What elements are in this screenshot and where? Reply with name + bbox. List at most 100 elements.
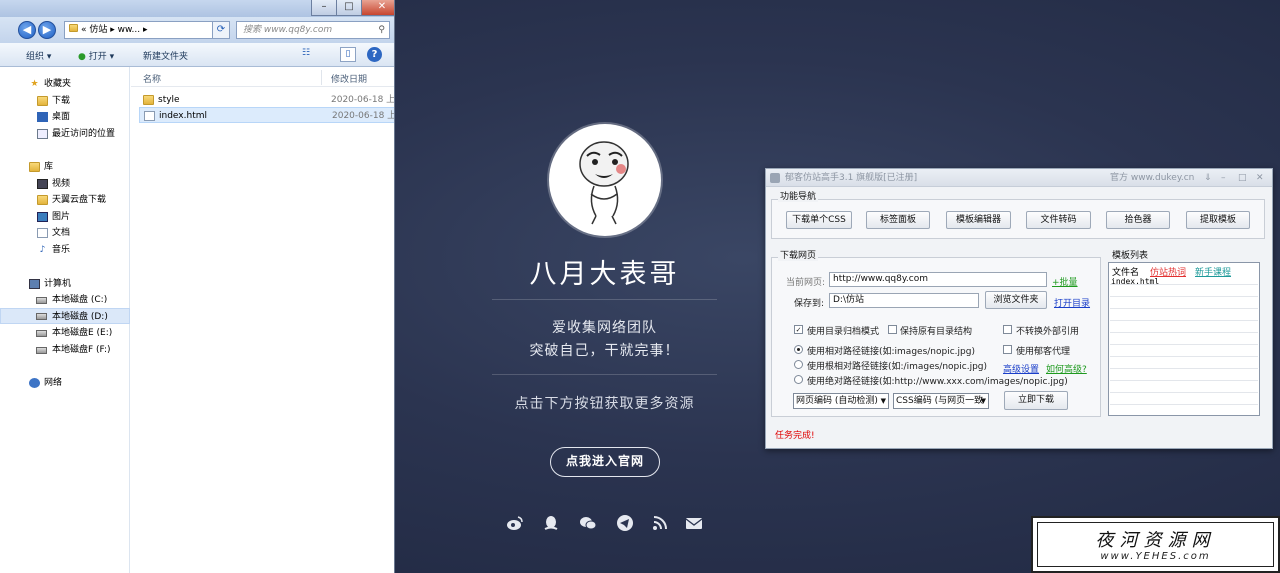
weibo-icon[interactable] — [506, 514, 524, 532]
keep-structure-label: 保持原有目录结构 — [900, 327, 973, 337]
nav-recent[interactable]: 最近访问的位置 — [0, 126, 130, 142]
root-path-radio[interactable] — [794, 360, 803, 369]
wechat-icon[interactable] — [579, 514, 597, 532]
nav-disk-e[interactable]: 本地磁盘E (E:) — [0, 325, 130, 341]
column-name[interactable]: 名称 — [143, 72, 161, 85]
maximize-button[interactable]: □ — [336, 0, 362, 16]
nav-tianyi[interactable]: 天翼云盘下载 — [0, 192, 130, 208]
column-separator[interactable] — [321, 70, 322, 85]
list-row-line — [1110, 335, 1258, 345]
new-folder-button[interactable]: 新建文件夹 — [143, 49, 188, 62]
column-modified[interactable]: 修改日期 — [331, 72, 367, 85]
extract-template-button[interactable]: 提取模板 — [1186, 211, 1250, 229]
navigation-pane: ★ 收藏夹 下载 桌面 最近访问的位置 库 视频 天翼云盘下载 图片 文档 ♪ … — [0, 67, 130, 573]
rss-icon[interactable] — [651, 514, 669, 532]
nav-disk-e-label: 本地磁盘E (E:) — [52, 328, 113, 338]
organize-menu[interactable]: 组织 ▾ — [26, 49, 51, 62]
explorer-toolbar: 组织 ▾ ● 打开 ▾ 新建文件夹 ☷ ▯ ? — [0, 43, 394, 67]
open-menu[interactable]: ● 打开 ▾ — [78, 49, 114, 62]
tag-panel-button[interactable]: 标签面板 — [866, 211, 930, 229]
disk-icon — [36, 347, 47, 354]
css-encoding-select[interactable]: CSS编码 (与网页一致 ▼ — [893, 393, 989, 409]
file-date: 2020-06-18 上 — [332, 111, 395, 121]
relative-path-radio[interactable] — [794, 345, 803, 354]
relative-path-label: 使用相对路径链接(如:images/nopic.jpg) — [807, 347, 975, 357]
open-icon: ● — [78, 52, 86, 62]
file-name: index.html — [159, 111, 207, 121]
back-button[interactable]: ◀ — [18, 21, 36, 39]
nav-disk-d[interactable]: 本地磁盘 (D:) — [0, 308, 130, 324]
file-transcode-button[interactable]: 文件转码 — [1026, 211, 1091, 229]
app-icon — [770, 173, 780, 183]
nav-pictures[interactable]: 图片 — [0, 209, 130, 225]
disk-icon — [36, 313, 47, 320]
file-row-style[interactable]: style 2020-06-18 上 — [139, 92, 395, 108]
nav-libraries[interactable]: 库 — [0, 159, 130, 175]
absolute-path-radio[interactable] — [794, 375, 803, 384]
maximize-icon[interactable]: □ — [1238, 169, 1247, 187]
list-row-line — [1110, 347, 1258, 357]
forward-button[interactable]: ▶ — [38, 21, 56, 39]
nav-pictures-label: 图片 — [52, 212, 71, 222]
preview-pane-icon[interactable]: ▯ — [340, 47, 356, 62]
menu-icon[interactable]: ⇓ — [1204, 169, 1212, 187]
qq-icon[interactable] — [542, 514, 560, 532]
refresh-button[interactable]: ⟳ — [212, 21, 230, 39]
save-to-input[interactable]: D:\仿站 — [829, 293, 979, 308]
mail-icon[interactable] — [685, 514, 703, 532]
cta-text: 点击下方按钮获取更多资源 — [514, 396, 695, 412]
file-row-index[interactable]: index.html 2020-06-18 上 — [139, 107, 395, 123]
download-css-button[interactable]: 下载单个CSS — [786, 211, 852, 229]
enter-site-button[interactable]: 点我进入官网 — [550, 447, 660, 477]
address-bar[interactable]: « 仿站 ▸ ww... ▸ — [64, 21, 228, 39]
batch-link[interactable]: +批量 — [1052, 275, 1078, 288]
browse-folder-button[interactable]: 浏览文件夹 — [985, 291, 1047, 309]
nav-downloads[interactable]: 下载 — [0, 93, 130, 109]
meme-face-icon — [579, 141, 629, 225]
view-icon[interactable]: ☷ — [298, 47, 314, 62]
no-external-checkbox[interactable] — [1003, 325, 1012, 334]
current-page-input[interactable]: http://www.qq8y.com — [829, 272, 1047, 287]
official-site[interactable]: 官方 www.dukey.cn — [1110, 169, 1194, 187]
nav-network[interactable]: 网络 — [0, 375, 130, 391]
open-dir-link[interactable]: 打开目录 — [1054, 296, 1090, 309]
minimize-icon[interactable]: – — [1221, 169, 1226, 187]
address-text: « 仿站 ▸ ww... ▸ — [81, 25, 148, 35]
search-input[interactable]: 搜索 www.qq8y.com ⚲ — [236, 21, 390, 39]
close-button[interactable]: ✕ — [361, 0, 394, 16]
nav-documents[interactable]: 文档 — [0, 225, 130, 241]
minimize-button[interactable]: – — [311, 0, 337, 16]
list-row-line — [1110, 311, 1258, 321]
disk-icon — [36, 297, 47, 304]
nav-music[interactable]: ♪ 音乐 — [0, 242, 130, 258]
color-picker-button[interactable]: 拾色器 — [1106, 211, 1170, 229]
page-encoding-select[interactable]: 网页编码 (自动检测) ▼ — [793, 393, 889, 409]
nav-disk-f-label: 本地磁盘F (F:) — [52, 345, 111, 355]
help-icon[interactable]: ? — [367, 47, 382, 62]
nav-disk-f[interactable]: 本地磁盘F (F:) — [0, 342, 130, 358]
nav-disk-c[interactable]: 本地磁盘 (C:) — [0, 292, 130, 308]
search-placeholder: 搜索 www.qq8y.com — [243, 25, 333, 35]
close-icon[interactable]: ✕ — [1256, 169, 1264, 187]
keep-structure-checkbox[interactable] — [888, 325, 897, 334]
open-label: 打开 ▾ — [88, 52, 115, 62]
download-now-button[interactable]: 立即下载 — [1004, 391, 1068, 410]
nav-videos[interactable]: 视频 — [0, 176, 130, 192]
nav-desktop[interactable]: 桌面 — [0, 109, 130, 125]
file-date: 2020-06-18 上 — [331, 95, 395, 105]
document-icon — [37, 228, 48, 238]
nav-favorites[interactable]: ★ 收藏夹 — [0, 76, 130, 92]
picture-icon — [37, 212, 48, 222]
downloads-folder-icon — [37, 96, 48, 106]
nav-computer[interactable]: 计算机 — [0, 276, 130, 292]
function-nav-label: 功能导航 — [778, 189, 819, 202]
use-proxy-checkbox[interactable] — [1003, 345, 1012, 354]
template-editor-button[interactable]: 模板编辑器 — [946, 211, 1011, 229]
nav-desktop-label: 桌面 — [52, 112, 71, 122]
nav-music-label: 音乐 — [52, 245, 71, 255]
telegram-icon[interactable] — [616, 514, 634, 532]
list-row-line — [1110, 359, 1258, 369]
nav-downloads-label: 下载 — [52, 96, 71, 106]
nav-documents-label: 文档 — [52, 228, 71, 238]
dir-mode-checkbox[interactable]: ✓ — [794, 325, 803, 334]
